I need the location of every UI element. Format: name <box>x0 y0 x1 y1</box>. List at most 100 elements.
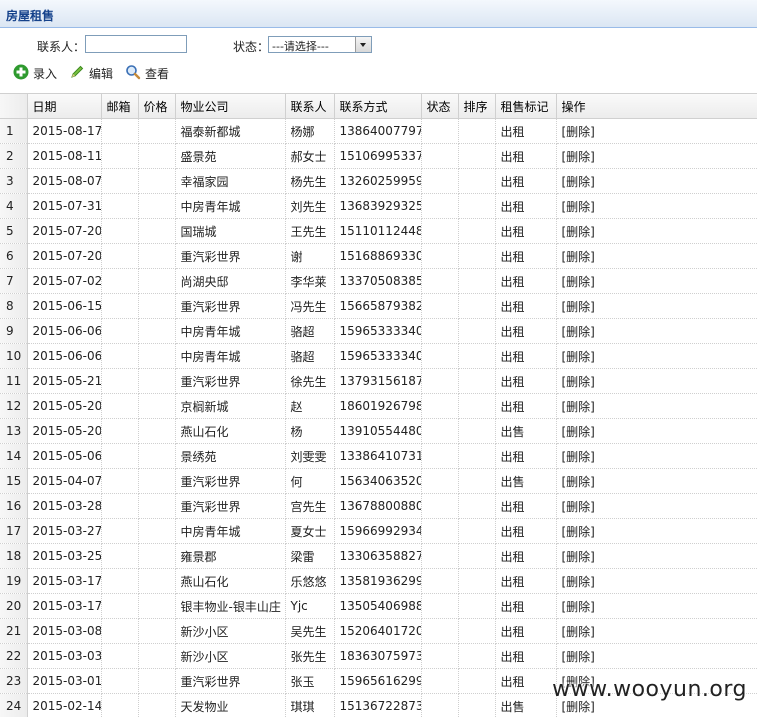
table-row[interactable]: 162015-03-28重汽彩世界宫先生13678800880出租[删除] <box>0 494 757 519</box>
delete-link[interactable]: [删除] <box>556 569 757 594</box>
delete-link[interactable]: [删除] <box>556 469 757 494</box>
add-label: 录入 <box>33 65 57 82</box>
table-row[interactable]: 122015-05-20京榈新城赵18601926798出租[删除] <box>0 394 757 419</box>
cell-status <box>421 244 458 269</box>
table-row[interactable]: 132015-05-20燕山石化杨13910554480出售[删除] <box>0 419 757 444</box>
cell-email <box>101 694 138 717</box>
delete-link[interactable]: [删除] <box>556 594 757 619</box>
cell-mark: 出租 <box>495 244 556 269</box>
cell-contact: 谢 <box>285 244 334 269</box>
table-row[interactable]: 32015-08-07幸福家园杨先生13260259959出租[删除] <box>0 169 757 194</box>
table-row[interactable]: 22015-08-11盛景苑郝女士15106995337出租[删除] <box>0 144 757 169</box>
contact-label: 联系人： <box>37 38 85 55</box>
view-button[interactable]: 查看 <box>125 63 173 81</box>
cell-price <box>138 144 175 169</box>
delete-link[interactable]: [删除] <box>556 344 757 369</box>
delete-link[interactable]: [删除] <box>556 494 757 519</box>
cell-sort <box>458 144 495 169</box>
contact-search-input[interactable] <box>85 35 187 53</box>
table-row[interactable]: 222015-03-03新沙小区张先生18363075973出租[删除] <box>0 644 757 669</box>
col-header-date[interactable]: 日期 <box>27 94 101 119</box>
delete-link[interactable]: [删除] <box>556 369 757 394</box>
table-row[interactable]: 212015-03-08新沙小区吴先生15206401720出租[删除] <box>0 619 757 644</box>
cell-price <box>138 194 175 219</box>
cell-email <box>101 494 138 519</box>
delete-link[interactable]: [删除] <box>556 144 757 169</box>
delete-link[interactable]: [删除] <box>556 269 757 294</box>
delete-link[interactable]: [删除] <box>556 544 757 569</box>
delete-link[interactable]: [删除] <box>556 419 757 444</box>
table-row[interactable]: 72015-07-02尚湖央邸李华莱13370508385出租[删除] <box>0 269 757 294</box>
cell-contact: 王先生 <box>285 219 334 244</box>
table-row[interactable]: 82015-06-15重汽彩世界冯先生15665879382出租[删除] <box>0 294 757 319</box>
table-row[interactable]: 112015-05-21重汽彩世界徐先生13793156187出租[删除] <box>0 369 757 394</box>
delete-link[interactable]: [删除] <box>556 394 757 419</box>
cell-sort <box>458 419 495 444</box>
cell-email <box>101 469 138 494</box>
col-header-price[interactable]: 价格 <box>138 94 175 119</box>
table-row[interactable]: 42015-07-31中房青年城刘先生13683929325出租[删除] <box>0 194 757 219</box>
cell-phone: 15965333340 <box>334 344 421 369</box>
col-header-sort[interactable]: 排序 <box>458 94 495 119</box>
cell-email <box>101 169 138 194</box>
table-row[interactable]: 142015-05-06景绣苑刘雯雯13386410731出租[删除] <box>0 444 757 469</box>
cell-date: 2015-03-27 <box>27 519 101 544</box>
delete-link[interactable]: [删除] <box>556 244 757 269</box>
col-header-status[interactable]: 状态 <box>421 94 458 119</box>
cell-contact: 骆超 <box>285 344 334 369</box>
delete-link[interactable]: [删除] <box>556 644 757 669</box>
table-row[interactable]: 52015-07-20国瑞城王先生15110112448出租[删除] <box>0 219 757 244</box>
cell-phone: 18601926798 <box>334 394 421 419</box>
table-row[interactable]: 182015-03-25雍景郡梁雷13306358827出租[删除] <box>0 544 757 569</box>
row-number: 14 <box>0 444 27 469</box>
col-header-company[interactable]: 物业公司 <box>175 94 285 119</box>
delete-link[interactable]: [删除] <box>556 319 757 344</box>
cell-company: 燕山石化 <box>175 569 285 594</box>
plus-circle-icon <box>13 64 29 80</box>
col-header-phone[interactable]: 联系方式 <box>334 94 421 119</box>
chevron-down-icon[interactable] <box>355 37 371 52</box>
table-row[interactable]: 202015-03-17银丰物业-银丰山庄Yjc13505406988出租[删除… <box>0 594 757 619</box>
status-select[interactable]: ---请选择--- <box>268 36 372 53</box>
table-row[interactable]: 12015-08-17福泰新都城杨娜13864007797出租[删除] <box>0 119 757 144</box>
add-button[interactable]: 录入 <box>13 63 59 81</box>
table-row[interactable]: 102015-06-06中房青年城骆超15965333340出租[删除] <box>0 344 757 369</box>
table-row[interactable]: 92015-06-06中房青年城骆超15965333340出租[删除] <box>0 319 757 344</box>
cell-price <box>138 119 175 144</box>
cell-company: 中房青年城 <box>175 194 285 219</box>
cell-date: 2015-06-06 <box>27 319 101 344</box>
row-number: 12 <box>0 394 27 419</box>
col-header-contact[interactable]: 联系人 <box>285 94 334 119</box>
cell-status <box>421 319 458 344</box>
cell-phone: 13386410731 <box>334 444 421 469</box>
cell-status <box>421 519 458 544</box>
delete-link[interactable]: [删除] <box>556 519 757 544</box>
cell-sort <box>458 244 495 269</box>
delete-link[interactable]: [删除] <box>556 194 757 219</box>
col-header-email[interactable]: 邮箱 <box>101 94 138 119</box>
cell-price <box>138 694 175 717</box>
cell-contact: 冯先生 <box>285 294 334 319</box>
delete-link[interactable]: [删除] <box>556 169 757 194</box>
col-header-mark[interactable]: 租售标记 <box>495 94 556 119</box>
cell-mark: 出租 <box>495 619 556 644</box>
delete-link[interactable]: [删除] <box>556 219 757 244</box>
delete-link[interactable]: [删除] <box>556 619 757 644</box>
table-row[interactable]: 62015-07-20重汽彩世界谢15168869330出租[删除] <box>0 244 757 269</box>
cell-mark: 出售 <box>495 469 556 494</box>
cell-contact: 宫先生 <box>285 494 334 519</box>
cell-status <box>421 594 458 619</box>
delete-link[interactable]: [删除] <box>556 444 757 469</box>
table-row[interactable]: 172015-03-27中房青年城夏女士15966992934出租[删除] <box>0 519 757 544</box>
cell-date: 2015-07-02 <box>27 269 101 294</box>
delete-link[interactable]: [删除] <box>556 294 757 319</box>
cell-company: 雍景郡 <box>175 544 285 569</box>
edit-button[interactable]: 编辑 <box>69 63 115 81</box>
cell-contact: 杨 <box>285 419 334 444</box>
delete-link[interactable]: [删除] <box>556 119 757 144</box>
table-row[interactable]: 152015-04-07重汽彩世界何15634063520出售[删除] <box>0 469 757 494</box>
row-number: 19 <box>0 569 27 594</box>
row-number: 18 <box>0 544 27 569</box>
cell-email <box>101 569 138 594</box>
table-row[interactable]: 192015-03-17燕山石化乐悠悠13581936299出租[删除] <box>0 569 757 594</box>
